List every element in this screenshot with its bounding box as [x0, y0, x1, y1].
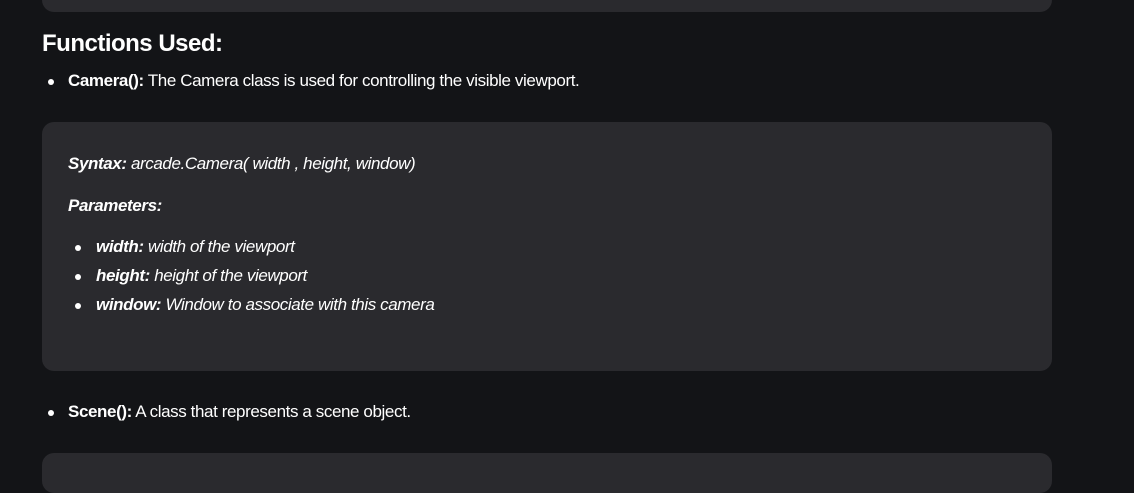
bullet-icon: [75, 274, 81, 280]
syntax-value: arcade.Camera( width , height, window): [130, 154, 416, 173]
param-name: height:: [96, 266, 150, 285]
next-code-box: [42, 453, 1052, 493]
param-desc: Window to associate with this camera: [165, 295, 435, 314]
param-name: width:: [96, 237, 144, 256]
param-desc: width of the viewport: [147, 237, 295, 256]
function-description: A class that represents a scene object.: [135, 402, 411, 421]
function-description: The Camera class is used for controlling…: [147, 71, 580, 90]
camera-syntax-box: Syntax: arcade.Camera( width , height, w…: [42, 122, 1052, 371]
parameters-label: Parameters:: [68, 196, 162, 215]
previous-code-box: [42, 0, 1052, 12]
function-name: Scene():: [68, 402, 132, 421]
bullet-icon: [48, 410, 54, 416]
function-name: Camera():: [68, 71, 144, 90]
param-desc: height of the viewport: [154, 266, 307, 285]
section-heading: Functions Used:: [42, 30, 223, 57]
param-name: window:: [96, 295, 162, 314]
bullet-icon: [48, 79, 54, 85]
bullet-icon: [75, 245, 81, 251]
syntax-label: Syntax:: [68, 154, 127, 173]
bullet-icon: [75, 303, 81, 309]
